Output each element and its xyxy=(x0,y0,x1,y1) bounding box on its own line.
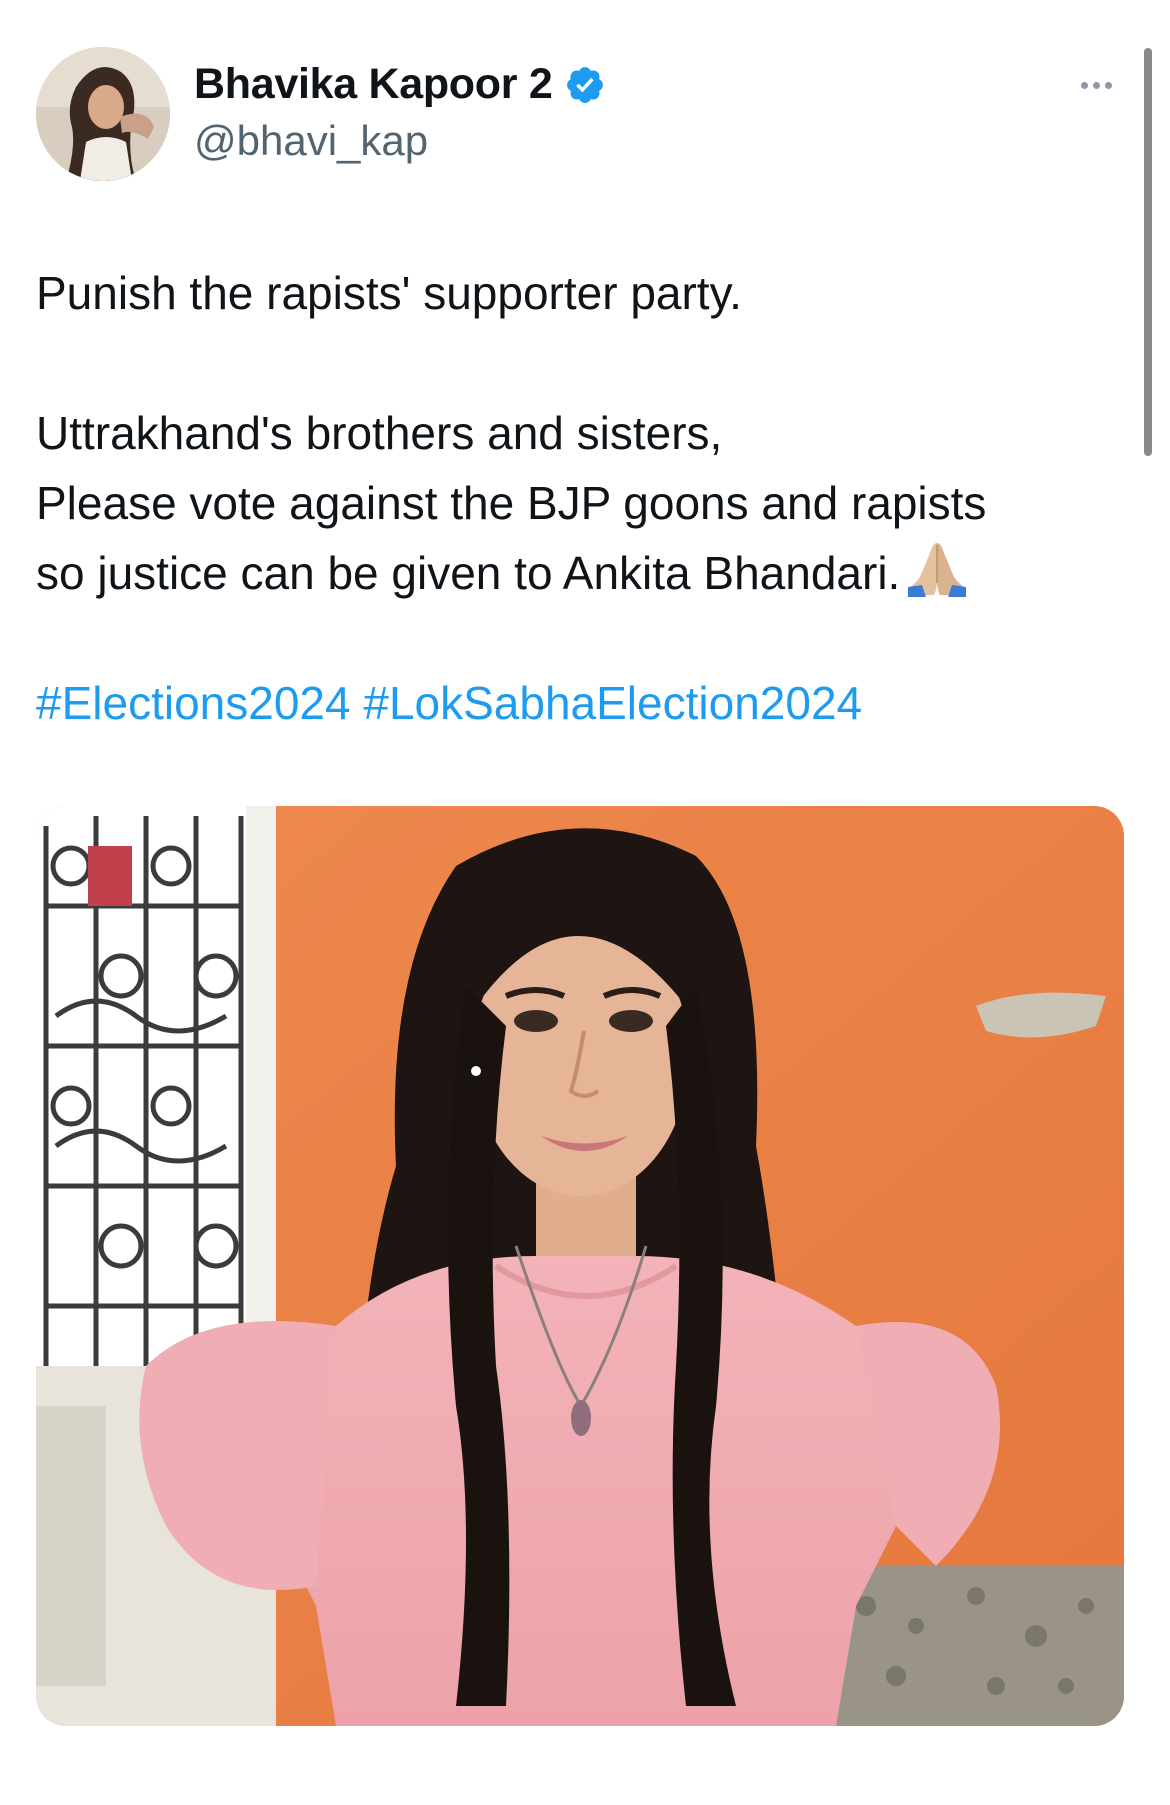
tweet-line: Please vote against the BJP goons and ra… xyxy=(36,477,987,529)
scrollbar[interactable] xyxy=(1144,48,1152,456)
hashtags: #Elections2024 #LokSabhaElection2024 xyxy=(36,668,862,738)
verified-badge-icon xyxy=(567,66,604,103)
avatar[interactable] xyxy=(36,47,170,181)
hashtag-link[interactable]: #LokSabhaElection2024 xyxy=(363,677,862,729)
tweet-line: so justice can be given to Ankita Bhanda… xyxy=(36,538,1116,608)
tweet-text: Punish the rapists' supporter party. Utt… xyxy=(36,258,1116,608)
tweet-line: Punish the rapists' supporter party. xyxy=(36,267,742,319)
author-display-name[interactable]: Bhavika Kapoor 2 xyxy=(194,60,553,109)
folded-hands-icon xyxy=(908,543,967,597)
tweet-line: Uttrakhand's brothers and sisters, xyxy=(36,407,723,459)
hashtag-link[interactable]: #Elections2024 xyxy=(36,677,351,729)
tweet-page: Bhavika Kapoor 2 @bhavi_kap Punish the r… xyxy=(0,0,1170,1805)
tweet-media-image[interactable] xyxy=(36,806,1124,1726)
author-name-row[interactable]: Bhavika Kapoor 2 xyxy=(194,60,606,109)
more-options-icon[interactable] xyxy=(1072,70,1120,100)
author-handle[interactable]: @bhavi_kap xyxy=(194,117,428,165)
